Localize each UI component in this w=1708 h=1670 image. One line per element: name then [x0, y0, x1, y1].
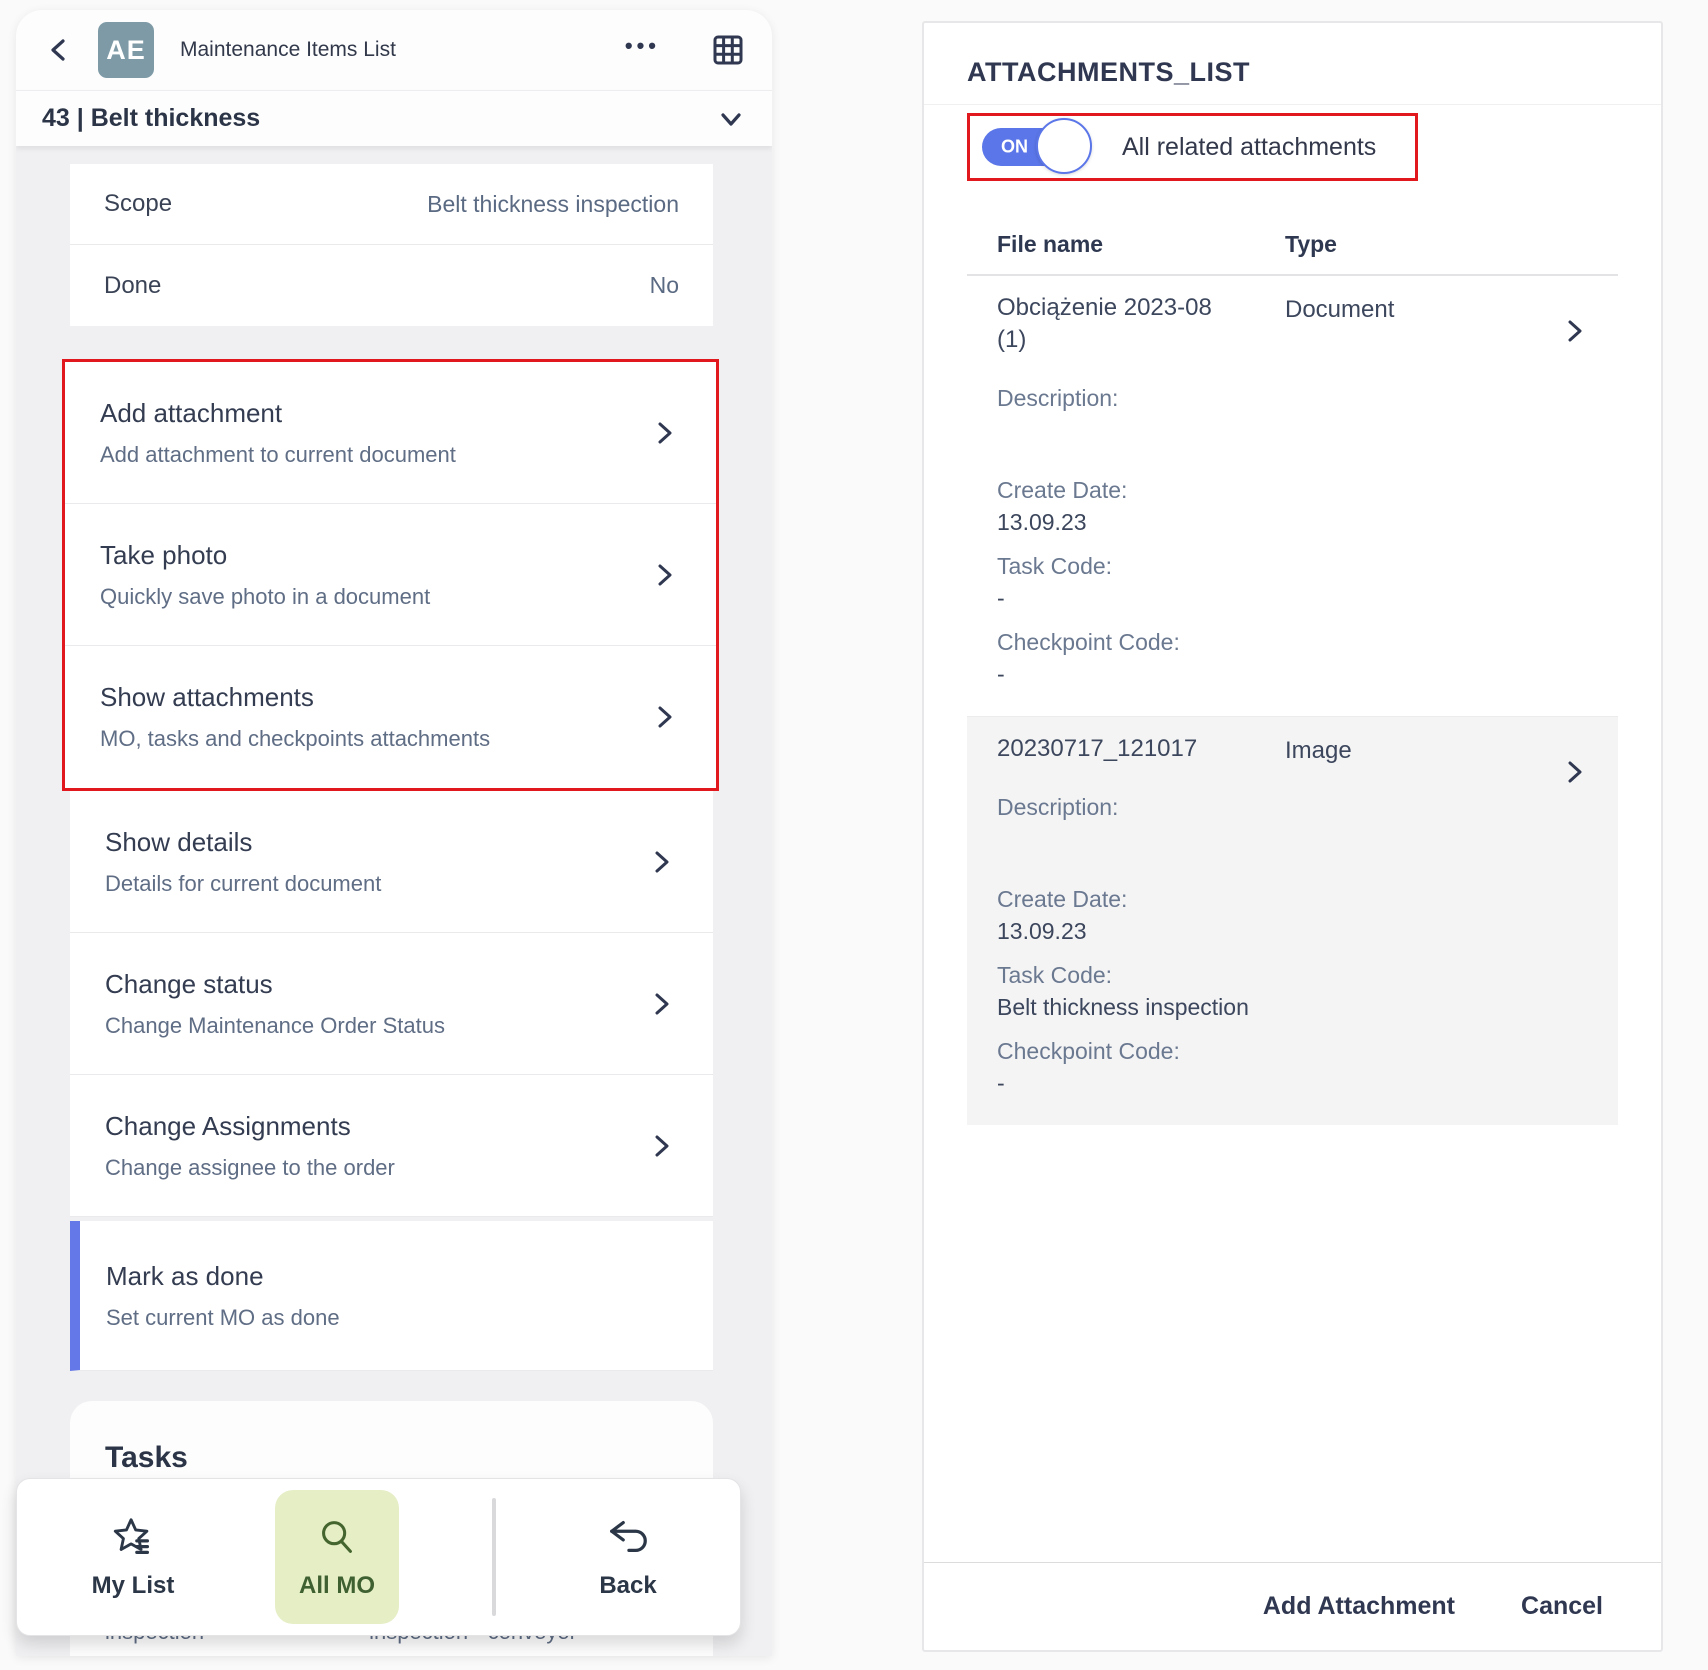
- attachment-file-name: 20230717_121017: [997, 733, 1285, 765]
- menu-item-title: Add attachment: [100, 398, 646, 429]
- chevron-right-icon: [649, 1133, 675, 1159]
- nav-all-mo[interactable]: All MO: [275, 1490, 399, 1624]
- chevron-right-icon: [652, 704, 678, 730]
- overflow-menu-icon[interactable]: •••: [625, 33, 660, 67]
- checkpoint-code-value: -: [997, 1067, 1548, 1099]
- nav-all-mo-label: All MO: [299, 1572, 375, 1600]
- description-value: [997, 823, 1548, 871]
- dialog-footer: Add Attachment Cancel: [924, 1562, 1661, 1650]
- menu-item-add-attachment[interactable]: Add attachment Add attachment to current…: [65, 362, 716, 504]
- menu-item-title: Show attachments: [100, 682, 646, 713]
- checkpoint-code-label: Checkpoint Code:: [997, 1035, 1548, 1067]
- description-label: Description:: [997, 791, 1548, 823]
- attachment-row-document[interactable]: Obciążenie 2023-08 (1) Document Descript…: [967, 276, 1618, 716]
- dialog-spacer: [967, 1125, 1618, 1562]
- menu-item-change-status[interactable]: Change status Change Maintenance Order S…: [70, 933, 713, 1075]
- col-header-type: Type: [1285, 231, 1337, 258]
- menu-item-show-attachments[interactable]: Show attachments MO, tasks and checkpoin…: [65, 646, 716, 788]
- add-attachment-button[interactable]: Add Attachment: [1263, 1592, 1455, 1621]
- menu-item-title: Change status: [105, 969, 643, 1000]
- attachments-title: ATTACHMENTS_LIST: [967, 57, 1618, 88]
- app-header: AE Maintenance Items List •••: [16, 10, 772, 90]
- chevron-right-icon: [652, 420, 678, 446]
- chevron-right-icon: [649, 991, 675, 1017]
- nav-my-list[interactable]: My List: [17, 1514, 249, 1600]
- back-chevron-icon[interactable]: [44, 35, 74, 65]
- search-icon: [314, 1514, 360, 1560]
- toggle-label: All related attachments: [1122, 133, 1376, 162]
- attachment-row-image[interactable]: 20230717_121017 Image Description: Creat…: [967, 717, 1618, 1125]
- toggle-knob[interactable]: [1036, 118, 1092, 174]
- menu-item-description: Change Maintenance Order Status: [105, 1013, 643, 1039]
- attachment-type: Document: [1285, 292, 1394, 356]
- back-return-icon: [605, 1514, 651, 1560]
- chevron-right-icon[interactable]: [1562, 759, 1588, 785]
- menu-item-description: Details for current document: [105, 871, 643, 897]
- related-attachments-toggle[interactable]: ON: [982, 128, 1082, 166]
- star-list-icon: [110, 1514, 156, 1560]
- menu-item-title: Mark as done: [106, 1261, 643, 1292]
- screenshot-stage: AE Maintenance Items List ••• 43 | Belt …: [0, 0, 1708, 1670]
- checkpoint-code-value: -: [997, 658, 1548, 690]
- chevron-right-icon: [652, 562, 678, 588]
- annotation-box-toggle: ON All related attachments: [967, 113, 1418, 181]
- task-code-label: Task Code:: [997, 959, 1548, 991]
- nav-back-label: Back: [599, 1572, 656, 1600]
- menu-item-change-assignments[interactable]: Change Assignments Change assignee to th…: [70, 1075, 713, 1217]
- chevron-right-icon[interactable]: [1562, 318, 1588, 344]
- menu-item-description: Set current MO as done: [106, 1305, 643, 1331]
- menu-item-title: Take photo: [100, 540, 646, 571]
- chevron-down-icon[interactable]: [716, 104, 746, 134]
- grid-menu-icon[interactable]: [712, 34, 744, 66]
- col-header-file-name: File name: [997, 231, 1285, 258]
- task-code-value: -: [997, 582, 1548, 614]
- create-date-label: Create Date:: [997, 474, 1548, 506]
- menu-item-show-details[interactable]: Show details Details for current documen…: [70, 791, 713, 933]
- menu-item-description: Add attachment to current document: [100, 442, 646, 468]
- maintenance-items-panel: AE Maintenance Items List ••• 43 | Belt …: [16, 10, 772, 1656]
- done-value: No: [650, 272, 679, 299]
- menu-content: Scope Belt thickness inspection Done No …: [16, 146, 772, 1656]
- task-code-label: Task Code:: [997, 550, 1548, 582]
- done-row: Done No: [70, 245, 713, 326]
- chevron-right-icon: [649, 849, 675, 875]
- create-date-label: Create Date:: [997, 883, 1548, 915]
- description-label: Description:: [997, 382, 1548, 414]
- app-logo: AE: [98, 22, 154, 78]
- table-header-row: File name Type: [967, 231, 1618, 258]
- attachment-file-name: Obciążenie 2023-08 (1): [997, 292, 1285, 356]
- create-date-value: 13.09.23: [997, 915, 1548, 947]
- menu-item-mark-as-done[interactable]: Mark as done Set current MO as done: [70, 1221, 713, 1371]
- menu-item-description: Quickly save photo in a document: [100, 584, 646, 610]
- menu-item-take-photo[interactable]: Take photo Quickly save photo in a docum…: [65, 504, 716, 646]
- bottom-nav-bar: My List All MO Back: [16, 1478, 741, 1636]
- menu-item-description: MO, tasks and checkpoints attachments: [100, 726, 646, 752]
- scope-label: Scope: [104, 190, 172, 218]
- description-value: [997, 414, 1548, 462]
- task-code-value: Belt thickness inspection: [997, 991, 1548, 1023]
- menu-item-title: Change Assignments: [105, 1111, 643, 1142]
- menu-item-title: Show details: [105, 827, 643, 858]
- menu-group: Show details Details for current documen…: [70, 791, 713, 1371]
- nav-divider: [492, 1498, 496, 1616]
- done-label: Done: [104, 272, 161, 300]
- scope-row: Scope Belt thickness inspection: [70, 164, 713, 245]
- app-title: Maintenance Items List: [180, 38, 396, 62]
- attachments-list-dialog: ATTACHMENTS_LIST ON All related attachme…: [922, 21, 1663, 1652]
- attachment-type: Image: [1285, 733, 1352, 765]
- title-divider: [924, 104, 1661, 105]
- tasks-heading: Tasks: [105, 1441, 713, 1475]
- cancel-button[interactable]: Cancel: [1521, 1592, 1603, 1621]
- nav-my-list-label: My List: [92, 1572, 175, 1600]
- toggle-state-label: ON: [1001, 137, 1028, 158]
- create-date-value: 13.09.23: [997, 506, 1548, 538]
- annotation-box-attachments: Add attachment Add attachment to current…: [62, 359, 719, 791]
- scope-value: Belt thickness inspection: [427, 191, 679, 218]
- menu-item-description: Change assignee to the order: [105, 1155, 643, 1181]
- nav-back[interactable]: Back: [516, 1514, 740, 1600]
- document-title: 43 | Belt thickness: [42, 104, 260, 133]
- checkpoint-code-label: Checkpoint Code:: [997, 626, 1548, 658]
- document-selector[interactable]: 43 | Belt thickness: [16, 90, 772, 146]
